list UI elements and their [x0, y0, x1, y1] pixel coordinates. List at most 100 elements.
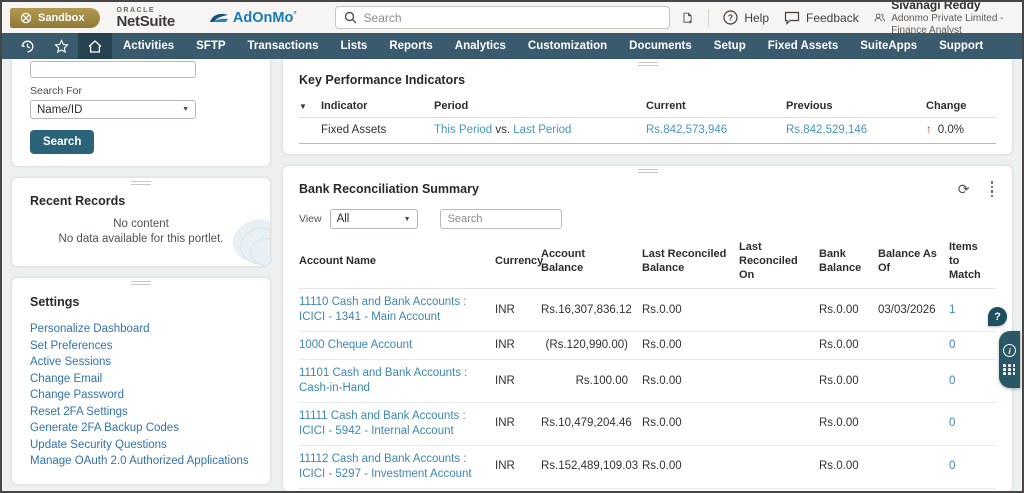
bank-balance-cell: Rs.0.00 [819, 402, 878, 445]
user-info: Sivanagi Reddy Adonmo Private Limited - … [891, 0, 1010, 38]
settings-link-manage-oauth[interactable]: Manage OAuth 2.0 Authorized Applications [30, 453, 252, 470]
items-to-match-link[interactable]: 0 [949, 375, 955, 387]
nav-item-reports[interactable]: Reports [378, 40, 443, 52]
bank-title: Bank Reconciliation Summary [299, 182, 479, 196]
chevron-down-icon: ▼ [182, 106, 189, 113]
help-button[interactable]: ? Help [723, 10, 769, 25]
home-icon[interactable] [78, 33, 112, 59]
refresh-icon[interactable]: ⟳ [958, 182, 970, 196]
info-icon[interactable]: i [1003, 344, 1016, 357]
sandbox-label: Sandbox [38, 12, 84, 24]
nav-item-analytics[interactable]: Analytics [444, 40, 517, 52]
kpi-title: Key Performance Indicators [299, 73, 996, 87]
portlet-drag-handle[interactable] [131, 281, 151, 285]
shortcuts-star-icon[interactable] [44, 33, 78, 59]
kpi-col-change: Change [926, 97, 996, 118]
settings-link-reset-2fa[interactable]: Reset 2FA Settings [30, 404, 252, 421]
account-link[interactable]: 11112 Cash and Bank Accounts : ICICI - 5… [299, 453, 472, 480]
side-utility-pill[interactable]: i [999, 331, 1020, 388]
currency-cell: INR [495, 360, 541, 403]
kpi-previous-value[interactable]: Rs.842,529,146 [786, 124, 867, 136]
top-bar-actions: ? Help Feedback Sivanagi Reddy [682, 0, 1010, 38]
portlet-drag-handle[interactable] [638, 62, 658, 66]
view-select[interactable]: All ▼ [330, 209, 418, 229]
search-button[interactable]: Search [30, 130, 94, 154]
col-currency[interactable]: Currency [495, 233, 541, 289]
user-menu[interactable]: Sivanagi Reddy Adonmo Private Limited - … [874, 0, 1010, 38]
global-search-input[interactable] [364, 11, 661, 25]
last-reconciled-balance-cell: Rs.0.00 [642, 488, 739, 491]
balance-as-of-cell [878, 332, 949, 360]
help-label: Help [744, 11, 769, 25]
last-reconciled-on-cell [739, 445, 819, 488]
global-search[interactable] [335, 6, 670, 29]
nav-item-activities[interactable]: Activities [112, 40, 185, 52]
settings-link-active-sessions[interactable]: Active Sessions [30, 354, 252, 371]
account-link[interactable]: 11110 Cash and Bank Accounts : ICICI - 1… [299, 296, 467, 323]
portlet-drag-handle[interactable] [131, 181, 151, 185]
bank-search-input[interactable] [440, 209, 562, 229]
kpi-expand-caret-icon[interactable]: ▼ [299, 102, 307, 111]
more-options-icon[interactable] [988, 180, 997, 198]
kpi-this-period-link[interactable]: This Period [434, 124, 492, 136]
settings-title: Settings [30, 295, 252, 309]
portlet-drag-handle[interactable] [638, 169, 658, 173]
main-column: Key Performance Indicators ▼ Indicator P… [283, 59, 1012, 491]
items-to-match-link[interactable]: 1 [949, 304, 955, 316]
nav-item-suiteapps[interactable]: SuiteApps [849, 40, 928, 52]
top-bar: Sandbox ORACLE NetSuite AdOnMo° [2, 2, 1022, 33]
col-bank-balance[interactable]: Bank Balance [819, 233, 878, 289]
kpi-change-value: 0.0% [938, 124, 964, 136]
view-label: View [299, 213, 322, 225]
items-to-match-link[interactable]: 0 [949, 417, 955, 429]
search-keywords-input[interactable] [30, 61, 196, 78]
items-to-match-link[interactable]: 0 [949, 460, 955, 472]
kpi-table: ▼ Indicator Period Current Previous Chan… [299, 97, 996, 144]
col-items-to-match[interactable]: Items to Match [949, 233, 996, 289]
kpi-current-value[interactable]: Rs.842,573,946 [646, 124, 727, 136]
settings-link-generate-2fa-codes[interactable]: Generate 2FA Backup Codes [30, 420, 252, 437]
nav-item-transactions[interactable]: Transactions [237, 40, 330, 52]
col-account-name[interactable]: Account Name [299, 233, 495, 289]
recent-records-portlet: Recent Records No content No data availa… [12, 178, 270, 266]
nav-item-lists[interactable]: Lists [329, 40, 378, 52]
settings-portlet: Settings Personalize Dashboard Set Prefe… [12, 278, 270, 484]
search-type-select[interactable]: Name/ID ▼ [30, 100, 196, 119]
settings-link-personalize-dashboard[interactable]: Personalize Dashboard [30, 321, 252, 338]
col-last-reconciled-on[interactable]: Last Reconciled On [739, 233, 819, 289]
floating-help-icon[interactable]: ? [988, 307, 1007, 326]
view-select-value: All [337, 213, 350, 225]
currency-cell: INR [495, 332, 541, 360]
kpi-last-period-link[interactable]: Last Period [513, 124, 571, 136]
recent-records-title: Recent Records [30, 194, 252, 208]
account-link[interactable]: 1000 Cheque Account [299, 339, 412, 351]
nav-item-documents[interactable]: Documents [618, 40, 703, 52]
bank-row: 11110 Cash and Bank Accounts : ICICI - 1… [299, 289, 996, 332]
settings-link-change-email[interactable]: Change Email [30, 371, 252, 388]
nav-item-sftp[interactable]: SFTP [185, 40, 236, 52]
adonmo-logo[interactable]: AdOnMo° [209, 10, 297, 26]
col-account-balance[interactable]: Account Balance [541, 233, 642, 289]
nav-item-setup[interactable]: Setup [703, 40, 757, 52]
account-balance-cell: Rs.100.00 [541, 360, 642, 403]
nav-item-customization[interactable]: Customization [517, 40, 618, 52]
settings-link-set-preferences[interactable]: Set Preferences [30, 338, 252, 355]
col-last-reconciled-balance[interactable]: Last Reconciled Balance [642, 233, 739, 289]
new-document-icon[interactable] [682, 9, 693, 27]
oracle-netsuite-logo[interactable]: ORACLE NetSuite [116, 7, 174, 29]
nav-item-support[interactable]: Support [928, 40, 994, 52]
grid-dots-icon[interactable] [1003, 364, 1015, 375]
settings-link-change-password[interactable]: Change Password [30, 387, 252, 404]
items-to-match-link[interactable]: 0 [949, 339, 955, 351]
bank-row: 11101 Cash and Bank Accounts : Cash-in-H… [299, 360, 996, 403]
feedback-button[interactable]: Feedback [784, 11, 859, 25]
nav-item-fixed-assets[interactable]: Fixed Assets [757, 40, 850, 52]
bank-reconciliation-portlet: Bank Reconciliation Summary ⟳ View All ▼ [283, 166, 1012, 491]
account-link[interactable]: 11111 Cash and Bank Accounts : ICICI - 5… [299, 410, 466, 437]
col-balance-as-of[interactable]: Balance As Of [878, 233, 949, 289]
settings-link-update-security-questions[interactable]: Update Security Questions [30, 437, 252, 454]
bank-row: 11113 Cash and Bank Accounts : ICICI - C… [299, 488, 996, 491]
account-link[interactable]: 11101 Cash and Bank Accounts : Cash-in-H… [299, 367, 467, 394]
recent-records-icon[interactable] [10, 33, 44, 59]
empty-state-message: No data available for this portlet. [30, 233, 252, 245]
